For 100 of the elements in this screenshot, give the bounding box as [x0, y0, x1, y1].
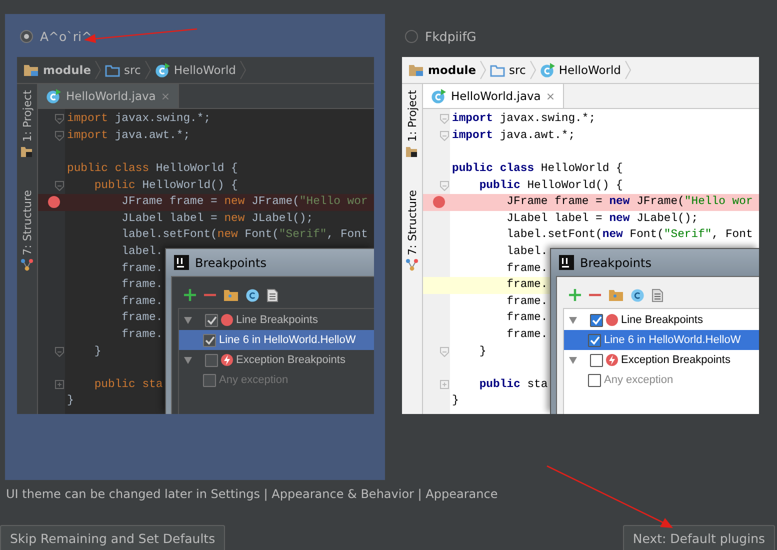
code-line: frame. [506, 311, 548, 326]
radio-button[interactable] [20, 30, 33, 42]
add-icon[interactable] [184, 289, 196, 301]
code-line: frame. [120, 262, 163, 276]
code-line: public sta [93, 378, 163, 392]
code-line: frame. [120, 278, 163, 292]
code-line: frame. [506, 278, 548, 292]
breakpoint-icon [221, 314, 233, 326]
tree-row[interactable]: Exception Breakpoints [179, 350, 374, 370]
app-icon [174, 255, 189, 270]
code-line: } [93, 344, 102, 359]
fold-icon[interactable] [55, 114, 64, 124]
document-icon[interactable] [652, 288, 663, 302]
code-line: import javax.swing.*; [452, 112, 596, 126]
chevron-icon [624, 60, 631, 80]
breadcrumb[interactable]: module [43, 63, 92, 77]
code-line: label. [120, 245, 163, 260]
code-line: public class HelloWorld { [67, 162, 238, 176]
structure-icon [406, 259, 418, 272]
code-line: frame. [120, 328, 163, 342]
checkbox[interactable] [205, 314, 218, 326]
side-tab[interactable]: 1: Project [20, 90, 34, 142]
code-line: JLabel label = new JLabel(); [120, 212, 314, 226]
checkbox[interactable] [590, 354, 603, 366]
code-line: label. [506, 245, 548, 260]
code-line: JFrame frame = new JFrame("Hello wor [506, 195, 753, 210]
tree-row[interactable]: Line Breakpoints [564, 310, 759, 330]
document-icon[interactable] [267, 288, 278, 302]
tree-row[interactable]: Line 6 in HelloWorld.HelloW [564, 330, 759, 350]
radio-button[interactable] [405, 30, 418, 42]
chevron-icon [240, 60, 246, 80]
side-tab[interactable]: 1: Project [406, 90, 418, 142]
chevron-icon [144, 60, 151, 80]
code-line: JFrame frame = new JFrame("Hello wor [120, 195, 368, 210]
code-line: label.setFont(new Font("Serif", Font [120, 228, 368, 242]
checkbox[interactable] [588, 334, 601, 346]
breakpoint-icon[interactable] [433, 196, 445, 208]
fold-icon[interactable] [55, 346, 64, 357]
dialog-title: Breakpoints [195, 256, 266, 270]
folder-icon[interactable] [224, 289, 238, 301]
close-icon[interactable]: × [546, 90, 556, 102]
triangle-icon[interactable] [183, 315, 193, 325]
code-line: import javax.swing.*; [67, 112, 211, 126]
breadcrumb[interactable]: HelloWorld [174, 63, 236, 77]
tab-title: HelloWorld.java [66, 89, 156, 103]
code-line: } [67, 394, 74, 408]
checkbox[interactable] [590, 314, 603, 326]
fold-icon[interactable] [55, 130, 64, 141]
code-line: import java.awt.*; [452, 128, 576, 143]
tree-row[interactable]: Line Breakpoints [179, 310, 374, 330]
skip-button[interactable]: Skip Remaining and Set Defaults [0, 525, 226, 550]
tree-label: Exception Breakpoints [621, 354, 730, 366]
editor-tab[interactable]: HelloWorld.java × [38, 84, 180, 108]
triangle-icon[interactable] [183, 355, 193, 365]
code-line: frame. [120, 311, 163, 326]
editor-tab[interactable]: HelloWorld.java × [423, 84, 564, 108]
class-icon[interactable] [246, 288, 259, 302]
folder-icon [406, 146, 418, 158]
breadcrumb[interactable]: src [509, 63, 526, 77]
breakpoint-icon[interactable] [48, 196, 60, 208]
theme-label: FkdpiifG [425, 28, 476, 44]
fold-icon[interactable] [55, 180, 64, 191]
theme-option[interactable] [5, 14, 385, 480]
tree-label: Any exception [604, 374, 674, 386]
tree-label: Line Breakpoints [236, 314, 318, 326]
expand-icon[interactable] [55, 380, 64, 390]
side-tab[interactable]: 7: Structure [20, 190, 34, 256]
dialog-title: Breakpoints [580, 256, 652, 270]
class-icon[interactable] [631, 288, 644, 302]
triangle-icon[interactable] [568, 315, 578, 325]
chevron-icon [95, 60, 102, 80]
chevron-icon [530, 60, 536, 80]
code-line: label.setFont(new Font("Serif", Font [506, 228, 753, 242]
breadcrumb[interactable]: HelloWorld [558, 63, 621, 77]
code-line: import java.awt.*; [67, 128, 190, 143]
code-line: public HelloWorld() { [93, 178, 238, 193]
code-line: public HelloWorld() { [478, 178, 623, 193]
tree-row[interactable]: Exception Breakpoints [564, 350, 759, 370]
tree-row[interactable]: Line 6 in HelloWorld.HelloW [179, 330, 374, 350]
folder-icon[interactable] [609, 289, 623, 301]
tree-label: Line 6 in HelloWorld.HelloW [604, 334, 741, 346]
folder-icon [490, 64, 506, 76]
add-icon[interactable] [569, 289, 581, 301]
class-icon [540, 62, 555, 78]
class-icon [154, 62, 170, 78]
checkbox[interactable] [203, 334, 216, 346]
folder-icon [105, 64, 120, 76]
code-line: public class HelloWorld { [452, 162, 623, 176]
triangle-icon[interactable] [568, 355, 578, 365]
app-icon [559, 255, 574, 270]
breadcrumb[interactable]: src [124, 63, 141, 77]
structure-icon [21, 259, 33, 272]
breakpoint-icon [606, 314, 618, 326]
checkbox[interactable] [205, 354, 218, 366]
next-button[interactable]: Next: Default plugins [622, 525, 775, 550]
breadcrumb[interactable]: module [428, 63, 476, 77]
tab-title: HelloWorld.java [451, 89, 541, 103]
tree-label: Any exception [219, 374, 288, 386]
module-folder-icon [23, 63, 39, 77]
side-tab[interactable]: 7: Structure [406, 190, 418, 256]
